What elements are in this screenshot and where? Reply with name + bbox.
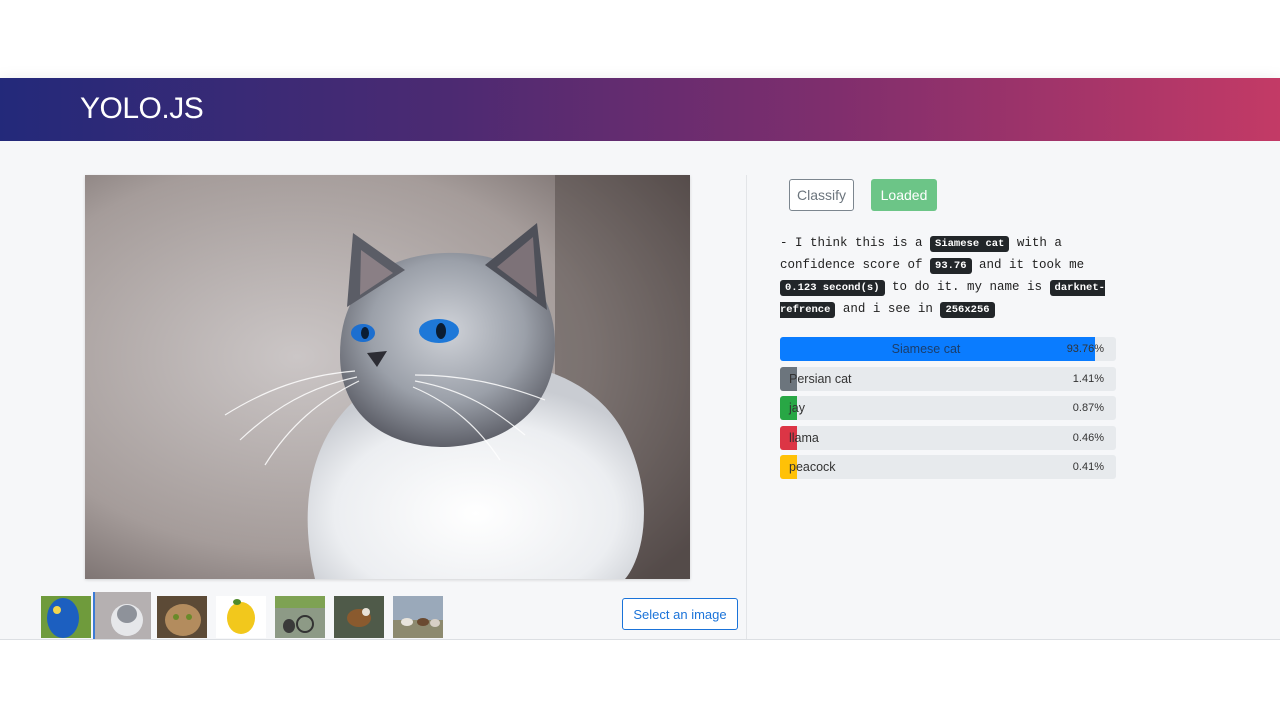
- prediction-percent: 0.46%: [1072, 431, 1104, 444]
- parrot-thumbnail[interactable]: [41, 596, 91, 638]
- main-image-siamese-cat: [85, 175, 690, 579]
- input-size-code: 256x256: [940, 302, 995, 318]
- description-text: and i see in: [835, 302, 941, 316]
- predicted-label-code: Siamese cat: [930, 236, 1010, 252]
- prediction-row: llama 0.46%: [780, 425, 1116, 450]
- description-text: - I think this is a: [780, 236, 931, 250]
- lemon-thumbnail[interactable]: [216, 596, 266, 638]
- navbar: YOLO.JS: [0, 78, 1280, 141]
- description-text: to do it. my name is: [884, 280, 1050, 294]
- tabby-cat-thumbnail[interactable]: [157, 596, 207, 638]
- dog-bicycle-thumbnail[interactable]: [275, 596, 325, 638]
- prediction-label: Siamese cat: [891, 342, 961, 356]
- top-whitespace: [0, 0, 1280, 78]
- main-content: Select an image Classify Loaded - I thin…: [0, 141, 1280, 639]
- prediction-row: Siamese cat 93.76%: [780, 337, 1116, 361]
- prediction-label: jay: [789, 401, 805, 415]
- eagle-thumbnail[interactable]: [334, 596, 384, 638]
- loaded-button[interactable]: Loaded: [871, 179, 937, 211]
- bottom-whitespace: [0, 640, 1280, 720]
- prediction-label: llama: [789, 430, 819, 445]
- prediction-percent: 1.41%: [1072, 372, 1104, 385]
- prediction-percent: 0.87%: [1072, 402, 1104, 414]
- horses-thumbnail[interactable]: [393, 596, 443, 638]
- app-title[interactable]: YOLO.JS: [80, 92, 204, 126]
- prediction-label: Persian cat: [789, 371, 852, 386]
- description-text: and it took me: [971, 258, 1085, 272]
- prediction-results: Siamese cat 93.76% Persian cat 1.41% jay…: [780, 337, 1116, 485]
- column-divider: [746, 175, 747, 639]
- prediction-row: peacock 0.41%: [780, 455, 1116, 479]
- siamese-cat-thumbnail[interactable]: [93, 592, 151, 639]
- confidence-score-code: 93.76: [930, 258, 972, 274]
- prediction-percent: 93.76%: [1066, 343, 1104, 355]
- prediction-row: jay 0.87%: [780, 396, 1116, 420]
- select-image-button[interactable]: Select an image: [622, 598, 738, 630]
- classify-button[interactable]: Classify: [789, 179, 854, 211]
- elapsed-time-code: 0.123 second(s): [780, 280, 885, 296]
- classification-description: - I think this is a Siamese cat with a c…: [780, 233, 1120, 321]
- prediction-row: Persian cat 1.41%: [780, 366, 1116, 391]
- prediction-percent: 0.41%: [1072, 461, 1104, 473]
- prediction-label: peacock: [789, 460, 836, 474]
